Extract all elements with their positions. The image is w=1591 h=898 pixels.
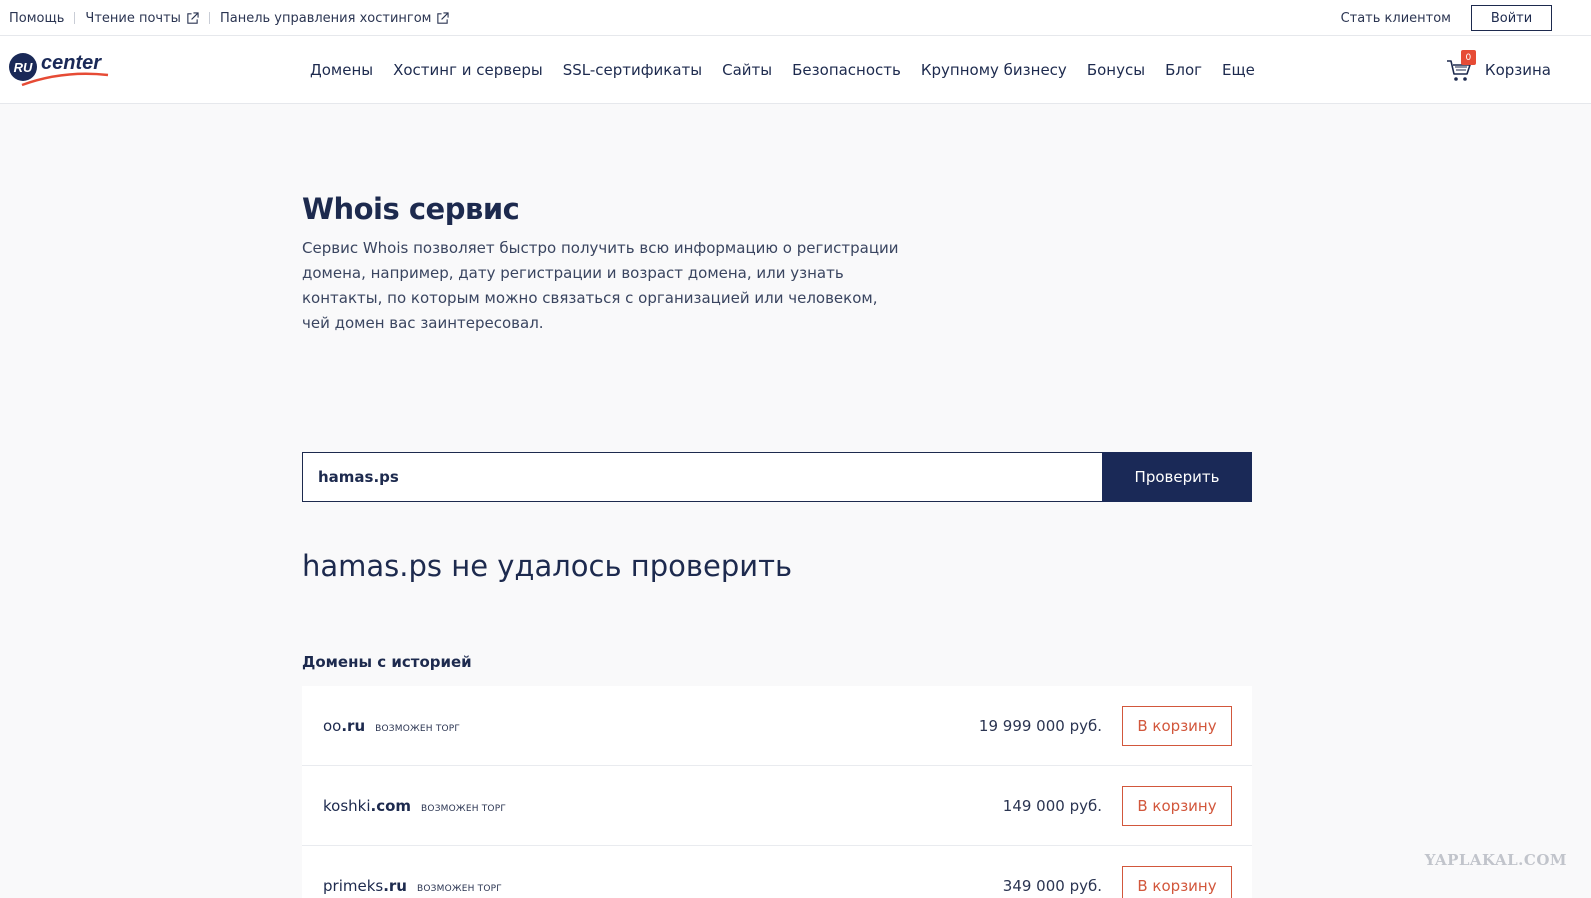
nav-item-domains[interactable]: Домены (310, 61, 373, 79)
domain-zone: .ru (341, 716, 366, 735)
nav-item-bonuses[interactable]: Бонусы (1087, 61, 1145, 79)
cart-count-badge: 0 (1460, 50, 1476, 65)
main-navbar: RU center Домены Хостинг и серверы SSL-с… (0, 36, 1591, 104)
divider (208, 12, 210, 24)
divider (74, 12, 76, 24)
check-button[interactable]: Проверить (1102, 452, 1252, 502)
nav-item-hosting[interactable]: Хостинг и серверы (393, 61, 543, 79)
bargain-tag: ВОЗМОЖЕН ТОРГ (375, 723, 461, 734)
nav-item-enterprise[interactable]: Крупному бизнесу (921, 61, 1067, 79)
mail-link-label: Чтение почты (85, 10, 181, 26)
help-link[interactable]: Помощь (9, 11, 64, 26)
domain-label: oo (323, 716, 342, 735)
domain-price: 349 000 руб. (1002, 876, 1102, 895)
domain-search-input[interactable] (302, 452, 1102, 502)
domain-zone: .com (370, 796, 412, 815)
nav-item-blog[interactable]: Блог (1165, 61, 1202, 79)
external-link-icon (437, 11, 450, 24)
utility-links: Помощь Чтение почты Панель управления хо… (9, 0, 450, 36)
intro-section: Whois сервис Сервис Whois позволяет быст… (302, 192, 1252, 336)
page-title: Whois сервис (302, 192, 520, 226)
history-domain-list: oo .ru ВОЗМОЖЕН ТОРГ 19 999 000 руб. В ко… (302, 686, 1252, 898)
logo-ru-text: RU (14, 60, 33, 75)
nav-item-sites[interactable]: Сайты (722, 61, 772, 79)
help-link-label: Помощь (9, 10, 65, 26)
result-message: hamas.ps не удалось проверить (302, 549, 793, 583)
cart-icon-wrap: 0 (1445, 50, 1476, 84)
history-domains-title: Домены с историей (302, 653, 472, 671)
domain-price: 149 000 руб. (1002, 796, 1102, 815)
domain-name[interactable]: primeks .ru ВОЗМОЖЕН ТОРГ (323, 877, 502, 895)
nav-item-security[interactable]: Безопасность (792, 61, 901, 79)
external-link-icon (187, 11, 199, 24)
domain-price: 19 999 000 руб. (978, 716, 1102, 735)
nav-menu: Домены Хостинг и серверы SSL-сертификаты… (310, 36, 1275, 104)
domain-name[interactable]: koshki .com ВОЗМОЖЕН ТОРГ (323, 797, 506, 815)
nav-item-ssl[interactable]: SSL-сертификаты (563, 61, 702, 79)
login-button[interactable]: Войти (1471, 5, 1552, 31)
watermark: YAPLAKAL.COM (1424, 851, 1567, 869)
add-to-cart-button[interactable]: В корзину (1122, 785, 1232, 826)
domain-label: primeks (323, 876, 384, 895)
domain-name[interactable]: oo .ru ВОЗМОЖЕН ТОРГ (323, 717, 460, 735)
add-to-cart-button[interactable]: В корзину (1122, 865, 1232, 898)
cart-link[interactable]: 0 Корзина (1445, 36, 1551, 104)
become-client-link[interactable]: Стать клиентом (1341, 11, 1451, 26)
ru-center-logo[interactable]: RU center (8, 48, 112, 90)
domain-row: koshki .com ВОЗМОЖЕН ТОРГ 149 000 руб. В … (302, 766, 1252, 846)
logo-center-text: center (41, 52, 102, 74)
bargain-tag: ВОЗМОЖЕН ТОРГ (416, 883, 502, 894)
bargain-tag: ВОЗМОЖЕН ТОРГ (421, 803, 507, 814)
hosting-panel-link[interactable]: Панель управления хостингом (220, 11, 450, 26)
domain-row: oo .ru ВОЗМОЖЕН ТОРГ 19 999 000 руб. В ко… (302, 686, 1252, 766)
whois-search-form: Проверить (302, 452, 1252, 502)
cart-label: Корзина (1484, 61, 1551, 79)
top-utility-bar: Помощь Чтение почты Панель управления хо… (0, 0, 1591, 36)
domain-label: koshki (323, 796, 371, 815)
nav-item-more[interactable]: Еще (1222, 61, 1255, 79)
hosting-panel-link-label: Панель управления хостингом (219, 10, 432, 26)
add-to-cart-button[interactable]: В корзину (1122, 705, 1232, 746)
domain-zone: .ru (383, 876, 407, 895)
page-description: Сервис Whois позволяет быстро получить в… (302, 239, 899, 332)
account-actions: Стать клиентом Войти (1341, 0, 1552, 36)
mail-link[interactable]: Чтение почты (85, 11, 199, 26)
domain-row: primeks .ru ВОЗМОЖЕН ТОРГ 349 000 руб. В … (302, 846, 1252, 898)
